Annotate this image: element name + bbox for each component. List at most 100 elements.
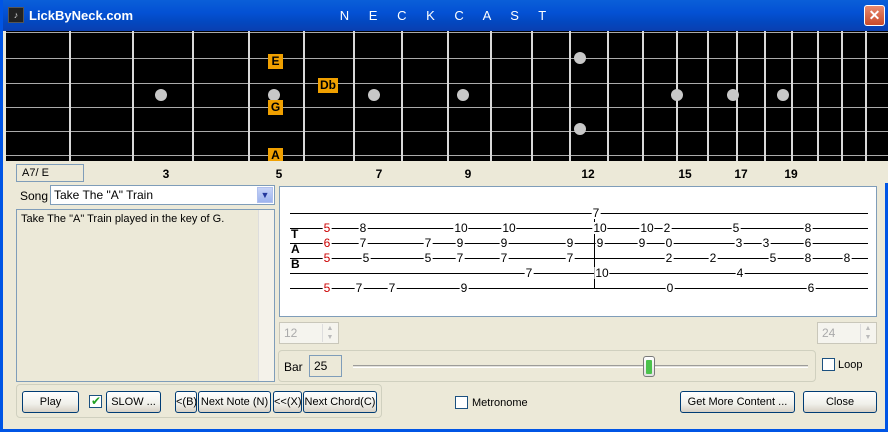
song-label: Song (20, 189, 49, 203)
tab-note: 7 (591, 206, 601, 220)
description-scrollbar[interactable] (258, 210, 274, 381)
metronome-checkbox[interactable] (455, 396, 468, 409)
tab-note: 10 (592, 221, 608, 235)
tab-note: 5 (322, 281, 332, 295)
tab-line (290, 273, 868, 274)
chevron-down-icon[interactable]: ▼ (257, 187, 273, 203)
fret-wire (764, 31, 766, 161)
end-fret-spinner[interactable]: 24 ▲ ▼ (817, 322, 877, 344)
tab-note: 2 (662, 221, 672, 235)
fret-marker-dot (727, 89, 739, 101)
play-button[interactable]: Play (22, 391, 79, 413)
prev-chord-button[interactable]: <<(X) (273, 391, 302, 413)
fret-number: 19 (784, 167, 798, 181)
fret-wire (817, 31, 819, 161)
tab-clef-letter: B (291, 257, 300, 271)
bar-label: Bar (284, 360, 303, 374)
tab-note: 6 (322, 236, 332, 250)
fret-wire (69, 31, 71, 161)
tab-note: 9 (637, 236, 647, 250)
tab-note: 7 (455, 251, 465, 265)
fret-note-marker[interactable]: A (268, 148, 283, 161)
fret-wire (841, 31, 843, 161)
song-select[interactable]: Take The "A" Train ▼ (50, 185, 275, 205)
fret-number: 5 (275, 167, 283, 181)
get-more-content-button[interactable]: Get More Content ... (680, 391, 795, 413)
window-close-button[interactable]: ✕ (864, 5, 885, 26)
next-chord-button[interactable]: Next Chord(C) (303, 391, 377, 413)
tab-note: 8 (842, 251, 852, 265)
tab-note: 3 (761, 236, 771, 250)
fret-wire (447, 31, 449, 161)
song-selected-value: Take The "A" Train (54, 188, 154, 202)
slow-settings-button[interactable]: SLOW ... (106, 391, 161, 413)
fret-wire (353, 31, 355, 161)
tab-note: 9 (459, 281, 469, 295)
prev-note-button[interactable]: <(B) (175, 391, 197, 413)
bar-slider-thumb[interactable] (642, 356, 655, 377)
tab-note: 10 (639, 221, 655, 235)
fret-note-marker[interactable]: Db (318, 78, 338, 93)
metronome-label: Metronome (472, 397, 528, 409)
bar-number-field[interactable]: 25 (309, 355, 342, 377)
fret-wire (132, 31, 134, 161)
fret-wire (569, 31, 571, 161)
end-fret-value: 24 (822, 326, 836, 340)
title-bar[interactable]: ♪ LickByNeck.com N E C K C A S T ✕ (3, 0, 888, 31)
chord-name-display: A7/ E (16, 164, 84, 182)
tab-note: 7 (565, 251, 575, 265)
fret-wire (490, 31, 492, 161)
close-button[interactable]: Close (803, 391, 877, 413)
tab-note: 3 (734, 236, 744, 250)
slow-checkbox[interactable] (89, 394, 102, 408)
fret-wire (865, 31, 867, 161)
tab-note: 10 (501, 221, 517, 235)
next-note-button[interactable]: Next Note (N) (198, 391, 271, 413)
start-fret-value: 12 (284, 326, 298, 340)
fret-number: 15 (678, 167, 692, 181)
fret-number: 12 (581, 167, 595, 181)
fret-wire (192, 31, 194, 161)
fret-number: 3 (162, 167, 170, 181)
fret-number-row: 3 5 7 9 12 15 17 19 (6, 161, 888, 183)
start-fret-spinner[interactable]: 12 ▲ ▼ (279, 322, 339, 344)
tab-line (290, 228, 868, 229)
bar-slider-track[interactable] (353, 365, 808, 368)
song-description: Take The "A" Train played in the key of … (16, 209, 275, 382)
fret-note-marker[interactable]: E (268, 54, 283, 69)
tab-note: 0 (664, 236, 674, 250)
spinner-arrows-icon[interactable]: ▲ ▼ (860, 324, 875, 342)
tab-note: 7 (423, 236, 433, 250)
loop-checkbox[interactable] (822, 358, 835, 371)
tab-note: 8 (358, 221, 368, 235)
tab-note: 8 (803, 221, 813, 235)
spinner-arrows-icon[interactable]: ▲ ▼ (322, 324, 337, 342)
tab-note: 8 (803, 251, 813, 265)
fret-number: 17 (734, 167, 748, 181)
fret-marker-dot (155, 89, 167, 101)
tab-clef-letter: A (291, 242, 300, 256)
loop-label: Loop (838, 359, 863, 371)
fret-marker-dot (671, 89, 683, 101)
fret-number: 9 (464, 167, 472, 181)
fret-wire (607, 31, 609, 161)
fret-marker-dot (574, 123, 586, 135)
fret-wire (642, 31, 644, 161)
fret-marker-dot (574, 52, 586, 64)
tab-note: 5 (361, 251, 371, 265)
tab-note: 9 (499, 236, 509, 250)
fret-marker-dot (777, 89, 789, 101)
tab-note: 5 (768, 251, 778, 265)
tab-note: 9 (565, 236, 575, 250)
tab-note: 9 (455, 236, 465, 250)
fretboard[interactable]: E Db G A (6, 31, 888, 161)
tablature-view[interactable]: T A B 5 8 10 10 7 10 10 2 5 8 6 7 7 9 9 9 9 9 0 3 3 6 5 5 5 7 7 7 2 2… (279, 186, 877, 317)
window-title: N E C K C A S T (339, 8, 555, 23)
tab-note: 6 (806, 281, 816, 295)
fret-note-marker[interactable]: G (268, 100, 283, 115)
tab-clef-letter: T (291, 227, 299, 241)
tab-note: 10 (453, 221, 469, 235)
fret-wire (401, 31, 403, 161)
tab-note: 6 (803, 236, 813, 250)
tab-note: 5 (322, 221, 332, 235)
